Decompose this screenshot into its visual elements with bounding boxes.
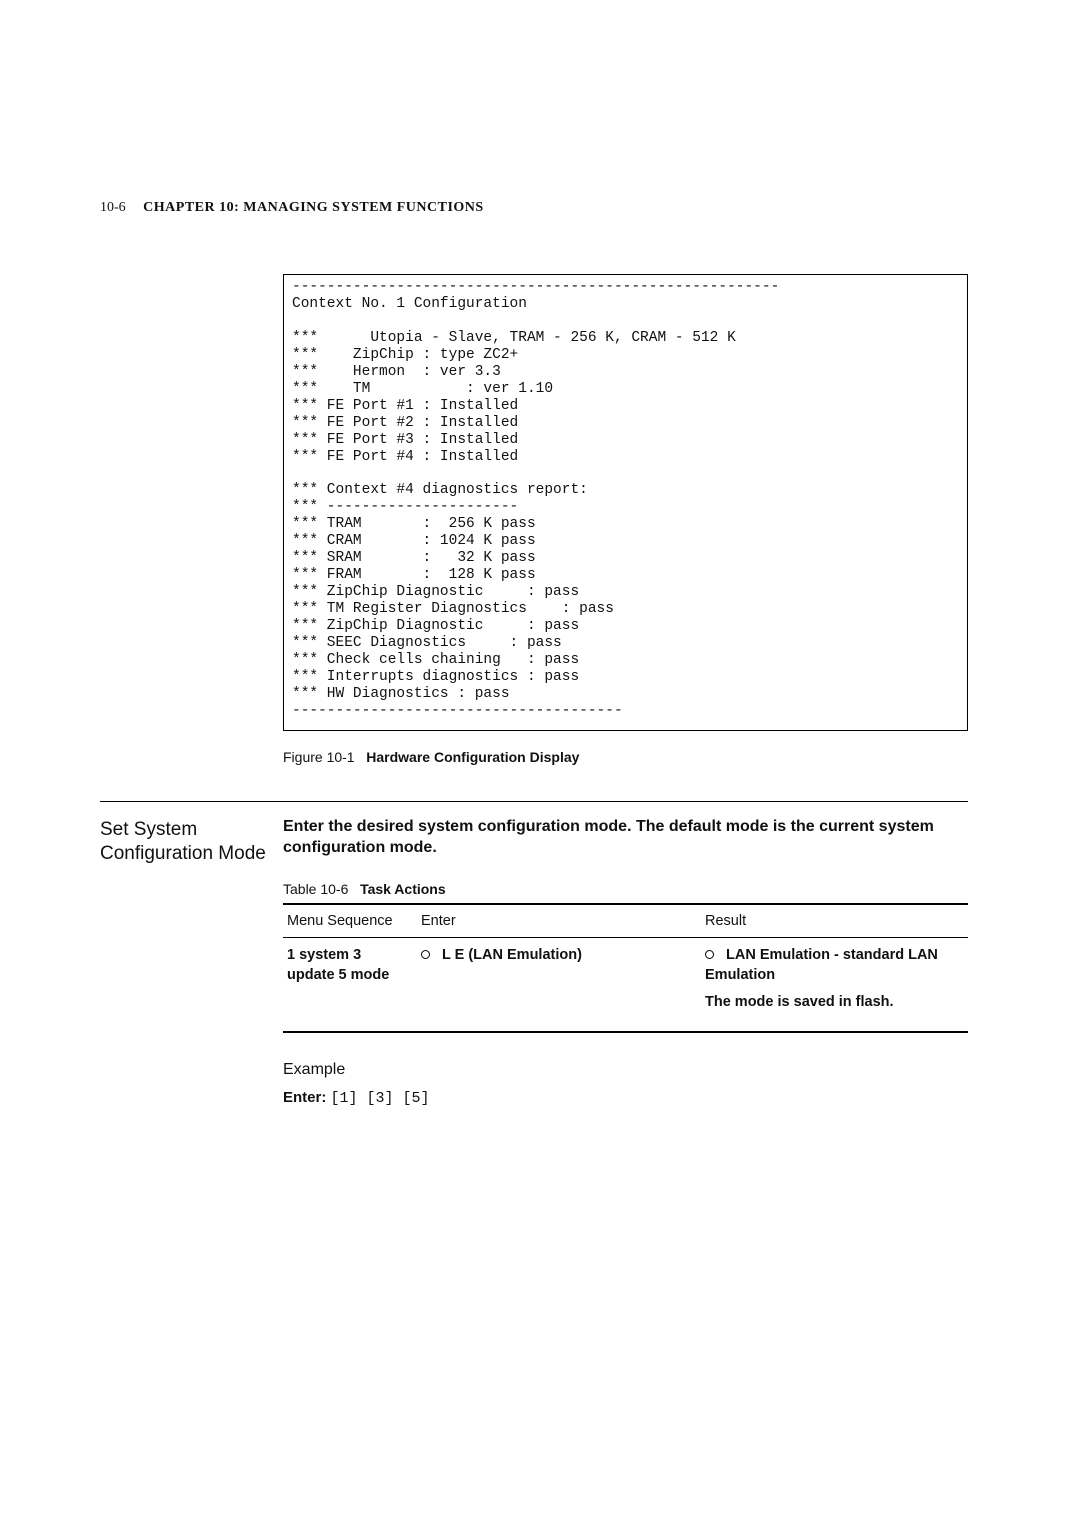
figure-title: Hardware Configuration Display — [366, 749, 579, 765]
cell-result: LAN Emulation - standard LAN Emulation T… — [701, 937, 968, 1031]
example-label: Enter: — [283, 1089, 326, 1106]
cell-enter: L E (LAN Emulation) — [417, 937, 701, 1031]
task-actions-table: Menu Sequence Enter Result 1 system 3 up… — [283, 903, 968, 1033]
figure-caption: Figure 10-1 Hardware Configuration Displ… — [283, 749, 968, 765]
table-row: 1 system 3 update 5 mode L E (LAN Emulat… — [283, 937, 968, 1031]
running-head: 10-6 CHAPTER 10: MANAGING SYSTEM FUNCTIO… — [100, 200, 970, 216]
col-result: Result — [701, 904, 968, 938]
content-area: ----------------------------------------… — [283, 274, 968, 1107]
section-body: Enter the desired system configuration m… — [283, 816, 968, 1107]
bullet-icon — [705, 947, 722, 963]
page: 10-6 CHAPTER 10: MANAGING SYSTEM FUNCTIO… — [0, 0, 1080, 1528]
col-enter: Enter — [417, 904, 701, 938]
col-menu-sequence: Menu Sequence — [283, 904, 417, 938]
bullet-icon — [421, 947, 438, 963]
example-block: Example Enter: [1] [3] [5] — [283, 1061, 968, 1107]
section-intro: Enter the desired system configuration m… — [283, 816, 968, 859]
section-rule-top — [100, 801, 968, 802]
table-caption: Table 10-6 Task Actions — [283, 881, 968, 897]
section-set-system-config-mode: Set System Configuration Mode Enter the … — [283, 801, 968, 1107]
table-title: Task Actions — [360, 881, 446, 897]
chapter-number: CHAPTER 10: — [143, 200, 239, 215]
cell-menu-sequence: 1 system 3 update 5 mode — [283, 937, 417, 1031]
enter-value: L E (LAN Emulation) — [442, 947, 582, 963]
figure-number: Figure 10-1 — [283, 749, 355, 765]
example-heading: Example — [283, 1061, 968, 1079]
example-line: Enter: [1] [3] [5] — [283, 1089, 968, 1107]
table-number: Table 10-6 — [283, 881, 348, 897]
result-item: LAN Emulation - standard LAN Emulation — [705, 946, 958, 985]
section-side-title: Set System Configuration Mode — [100, 816, 283, 866]
result-value: LAN Emulation - standard LAN Emulation — [705, 947, 938, 983]
example-value: [1] [3] [5] — [331, 1090, 430, 1107]
table-header-row: Menu Sequence Enter Result — [283, 904, 968, 938]
chapter-label: CHAPTER 10: MANAGING SYSTEM FUNCTIONS — [143, 200, 484, 215]
terminal-output: ----------------------------------------… — [283, 274, 968, 731]
result-note: The mode is saved in flash. — [705, 993, 958, 1013]
chapter-title: MANAGING SYSTEM FUNCTIONS — [243, 200, 483, 215]
page-number: 10-6 — [100, 200, 126, 215]
